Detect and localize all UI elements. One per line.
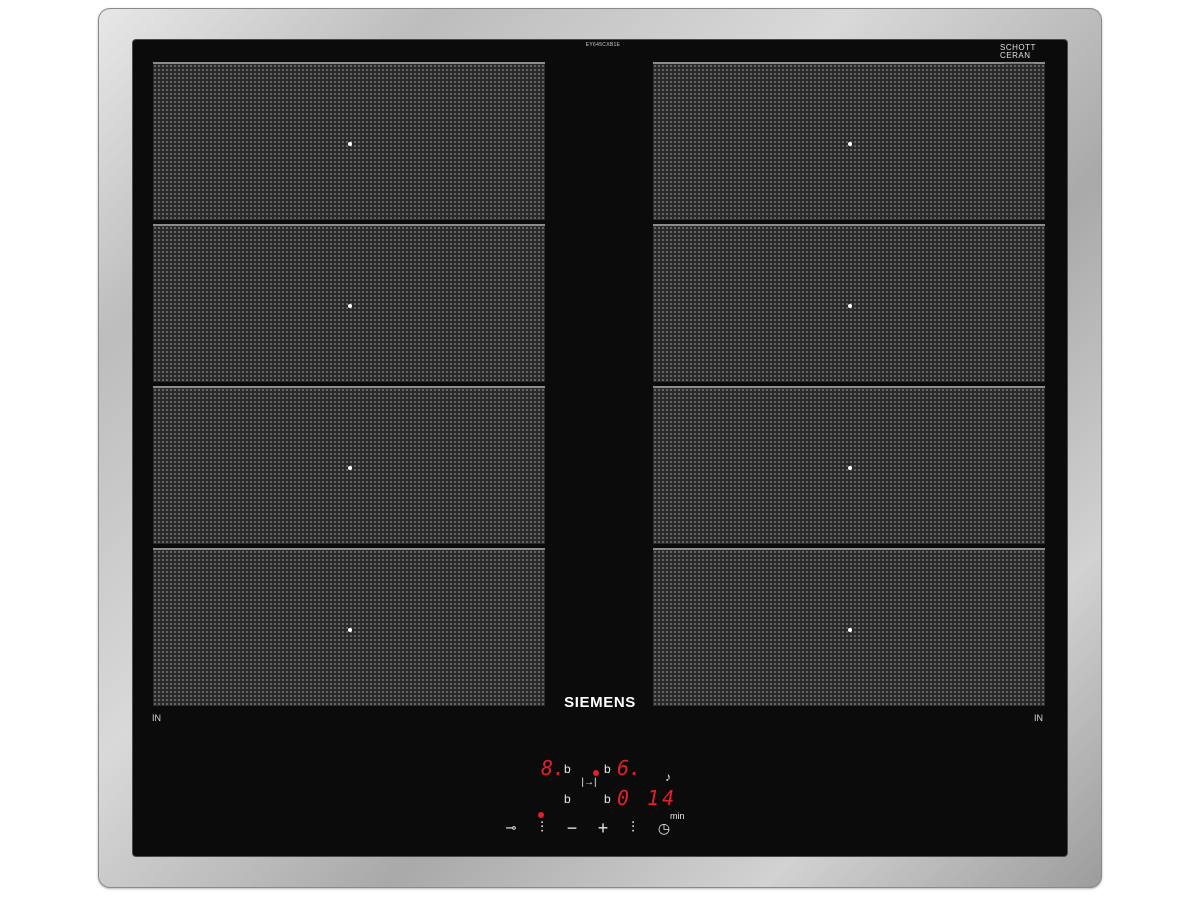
flexzone-sync-button[interactable]: |→| (580, 775, 598, 791)
left-power-display: 8. (541, 756, 566, 780)
select-right-icon[interactable]: ⫶ (623, 820, 643, 836)
minus-button[interactable]: − (562, 819, 582, 837)
cooking-zone-left-3[interactable] (153, 386, 545, 544)
bell-icon[interactable]: ♪ (658, 769, 678, 785)
induction-label-right: IN (1034, 713, 1043, 723)
zone-center-mark (848, 466, 852, 470)
zone-center-mark (848, 142, 852, 146)
timer-display: 0 14 (617, 786, 678, 810)
cooking-zone-right-3[interactable] (653, 386, 1045, 544)
cooking-zone-left-1[interactable] (153, 62, 545, 220)
right-power-display: 6. (617, 756, 642, 780)
brand-logo: SIEMENS (564, 694, 636, 711)
plus-button[interactable]: + (593, 819, 613, 837)
right-zone-indicator: b (604, 762, 611, 776)
cooking-zone-right-1[interactable] (653, 62, 1045, 220)
zone-center-mark (348, 466, 352, 470)
zone-center-mark (348, 304, 352, 308)
cooking-zone-right-2[interactable] (653, 224, 1045, 382)
left-zone-indicator: b (564, 762, 571, 776)
zone-center-mark (848, 304, 852, 308)
zone-center-mark (348, 142, 352, 146)
clock-icon[interactable]: ◷ (654, 820, 674, 836)
cooking-zone-right-4[interactable] (653, 548, 1045, 706)
model-number: EY645CXB1E (585, 42, 621, 48)
logo-underline (1004, 63, 1034, 64)
select-left-icon[interactable]: ⫶ (532, 820, 552, 836)
ceran-text: CERAN (1000, 51, 1031, 60)
key-icon[interactable]: ⊸ (501, 820, 521, 836)
cooking-zone-left-4[interactable] (153, 548, 545, 706)
zone-center-mark (848, 628, 852, 632)
right-zone-indicator-2: b (604, 792, 611, 806)
zone-center-mark (348, 628, 352, 632)
cooking-zone-left-2[interactable] (153, 224, 545, 382)
lock-indicator-dot (538, 812, 544, 818)
left-zone-indicator-2: b (564, 792, 571, 806)
induction-label-left: IN (152, 713, 161, 723)
schott-ceran-logo: SCHOTT CERAN (1000, 44, 1050, 64)
